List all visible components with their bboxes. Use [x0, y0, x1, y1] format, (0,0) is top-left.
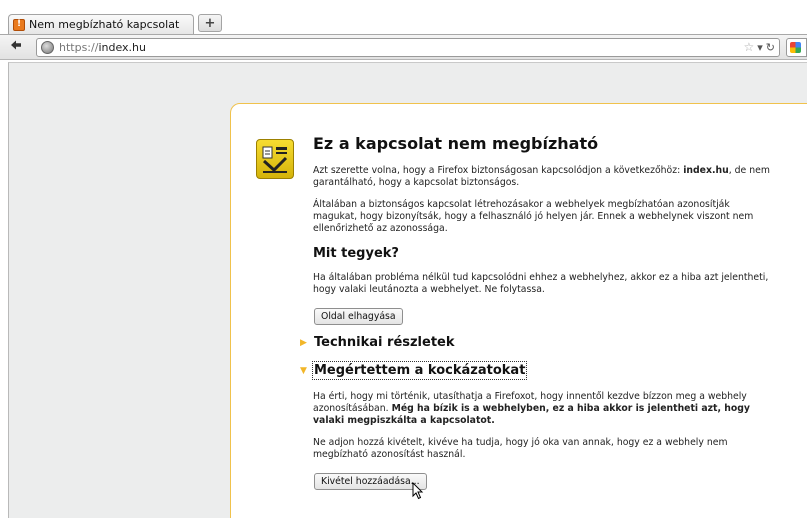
plus-icon: +	[204, 15, 216, 31]
tab-current[interactable]: ! Nem megbízható kapcsolat	[8, 14, 194, 34]
tab-strip: ! Nem megbízható kapcsolat +	[0, 0, 807, 34]
intro-text: Azt szerette volna, hogy a Firefox bizto…	[313, 165, 770, 188]
collapsed-arrow-icon: ▶	[300, 337, 307, 348]
what-to-do-title: Mit tegyek?	[313, 246, 399, 261]
certificate-warning-icon	[256, 139, 294, 179]
risks-label[interactable]: Megértettem a kockázatokat	[311, 361, 528, 380]
new-tab-button[interactable]: +	[198, 14, 222, 32]
search-engine-icon	[790, 42, 801, 53]
explanation-text: Általában a biztonságos kapcsolat létreh…	[313, 199, 754, 234]
intro-host: index.hu	[683, 165, 729, 176]
url-text[interactable]: https://index.hu	[59, 41, 146, 54]
technical-details-label[interactable]: Technikai részletek	[314, 335, 455, 350]
technical-details-expander[interactable]: ▶ Technikai részletek	[300, 335, 455, 350]
navigation-bar: https://index.hu ☆ ▾ ↻	[0, 34, 807, 60]
mouse-cursor-icon	[412, 482, 424, 500]
leave-page-button[interactable]: Oldal elhagyása	[314, 308, 403, 325]
search-engine-button[interactable]	[786, 38, 807, 57]
bookmark-star-icon[interactable]: ☆	[743, 40, 754, 54]
history-dropdown-icon[interactable]: ▾	[757, 41, 763, 54]
what-to-do-text: Ha általában probléma nélkül tud kapcsol…	[313, 272, 769, 295]
risks-warning-text: Ne adjon hozzá kivételt, kivéve ha tudja…	[313, 437, 728, 460]
reload-icon[interactable]: ↻	[766, 41, 775, 54]
error-title: Ez a kapcsolat nem megbízható	[313, 134, 599, 153]
back-button[interactable]	[10, 39, 22, 54]
warning-favicon-icon: !	[13, 18, 25, 31]
add-exception-button[interactable]: Kivétel hozzáadása...	[314, 473, 427, 490]
back-arrow-icon	[11, 40, 21, 50]
tab-title: Nem megbízható kapcsolat	[29, 18, 180, 31]
risks-text: Ha érti, hogy mi történik, utasíthatja a…	[313, 391, 750, 426]
expanded-arrow-icon: ▼	[300, 365, 307, 376]
risks-expander[interactable]: ▼ Megértettem a kockázatokat	[300, 361, 528, 380]
url-bar[interactable]: https://index.hu ☆ ▾ ↻	[36, 38, 780, 57]
site-identity-icon[interactable]	[41, 41, 54, 54]
